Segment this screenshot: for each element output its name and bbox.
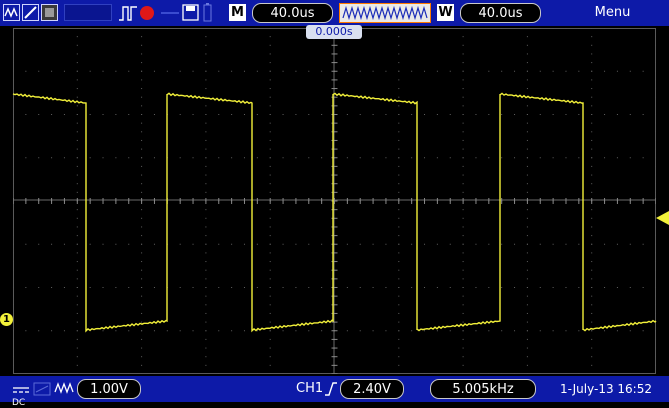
bottom-status-bar: DC 1.00V CH1 2.40V 5.005kHz 1-July-13 16…	[0, 376, 669, 408]
ch1-trace	[12, 92, 657, 333]
waveform-layer	[12, 92, 657, 333]
trigger-level[interactable]: 2.40V	[340, 379, 404, 399]
frequency-counter: 5.005kHz	[430, 379, 536, 399]
coupling-indicator: DC	[12, 379, 30, 408]
rising-edge-icon	[325, 382, 337, 396]
date-time: 1-July-13 16:52	[560, 382, 652, 396]
ch1-volts-div[interactable]: 1.00V	[77, 379, 141, 399]
bandwidth-icon	[33, 382, 51, 396]
dc-coupling-icon	[13, 387, 29, 393]
trigger-source: CH1	[296, 381, 324, 396]
oscilloscope-screen: M 40.0us W 40.0us Menu 0.000s 1 DC 1.00V…	[0, 0, 669, 408]
trigger-level-marker	[656, 211, 669, 225]
trigger-position-readout: 0.000s	[306, 25, 362, 39]
ch1-ground-marker: 1	[0, 313, 13, 326]
invert-icon	[54, 382, 74, 394]
coupling-label: DC	[12, 398, 26, 408]
